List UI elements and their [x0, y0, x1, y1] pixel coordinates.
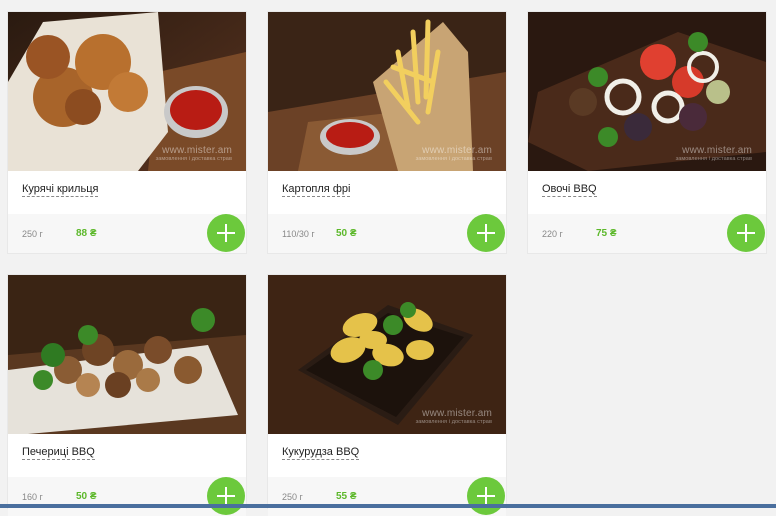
product-name-link[interactable]: Картопля фрі: [282, 183, 351, 197]
watermark: www.mister.am замовлення і доставка стра…: [155, 145, 232, 162]
product-footer: 220 г 75 ₴: [528, 214, 766, 253]
watermark: www.mister.am замовлення і доставка стра…: [415, 408, 492, 425]
add-to-cart-button[interactable]: [207, 214, 245, 252]
product-price: 55 ₴: [336, 491, 357, 502]
product-photo-fries[interactable]: www.mister.am замовлення і доставка стра…: [268, 12, 506, 171]
product-weight: 110/30 г: [282, 229, 315, 239]
add-to-cart-button[interactable]: [467, 477, 505, 515]
product-grid: www.mister.am замовлення і доставка стра…: [0, 0, 776, 516]
product-footer: 250 г 88 ₴: [8, 214, 246, 253]
product-price: 88 ₴: [76, 228, 97, 239]
product-footer: 160 г 50 ₴: [8, 477, 246, 516]
product-card: www.mister.am замовлення і доставка стра…: [528, 12, 766, 253]
add-to-cart-button[interactable]: [727, 214, 765, 252]
product-photo-chicken-wings[interactable]: www.mister.am замовлення і доставка стра…: [8, 12, 246, 171]
product-weight: 160 г: [22, 492, 43, 502]
product-card: www.mister.am замовлення і доставка стра…: [8, 12, 246, 253]
watermark: www.mister.am замовлення і доставка стра…: [415, 145, 492, 162]
product-name-link[interactable]: Овочі BBQ: [542, 183, 597, 197]
product-photo-corn-bbq[interactable]: www.mister.am замовлення і доставка стра…: [268, 275, 506, 434]
product-card: Печериці BBQ 160 г 50 ₴: [8, 275, 246, 516]
add-to-cart-button[interactable]: [467, 214, 505, 252]
product-card: www.mister.am замовлення і доставка стра…: [268, 275, 506, 516]
product-footer: 110/30 г 50 ₴: [268, 214, 506, 253]
product-card: www.mister.am замовлення і доставка стра…: [268, 12, 506, 253]
product-name-link[interactable]: Кукурудза BBQ: [282, 446, 360, 460]
bottom-bar: [0, 504, 776, 508]
product-name-link[interactable]: Курячі крильця: [22, 183, 99, 197]
product-price: 75 ₴: [596, 228, 617, 239]
product-name-link[interactable]: Печериці BBQ: [22, 446, 95, 460]
product-footer: 250 г 55 ₴: [268, 477, 506, 516]
product-weight: 250 г: [22, 229, 43, 239]
product-photo-vegetables-bbq[interactable]: www.mister.am замовлення і доставка стра…: [528, 12, 766, 171]
product-price: 50 ₴: [76, 491, 97, 502]
product-weight: 220 г: [542, 229, 563, 239]
watermark: www.mister.am замовлення і доставка стра…: [675, 145, 752, 162]
product-weight: 250 г: [282, 492, 303, 502]
product-photo-mushrooms-bbq[interactable]: [8, 275, 246, 434]
product-price: 50 ₴: [336, 228, 357, 239]
add-to-cart-button[interactable]: [207, 477, 245, 515]
